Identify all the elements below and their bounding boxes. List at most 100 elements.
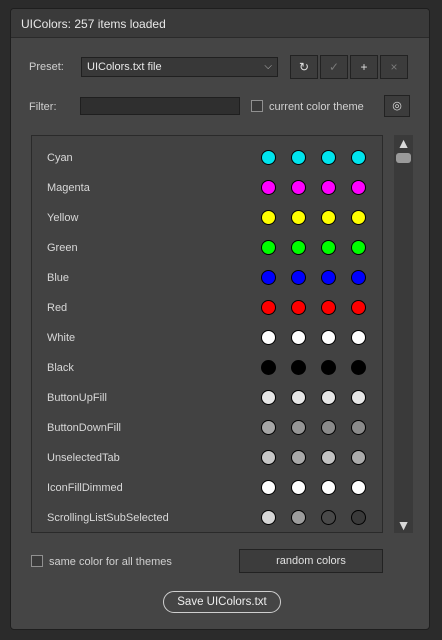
color-swatch[interactable] [321,270,336,285]
color-swatch[interactable] [351,390,366,405]
color-swatch[interactable] [261,240,276,255]
list-item-name: Red [47,302,68,314]
color-swatch[interactable] [261,480,276,495]
color-swatch[interactable] [351,510,366,525]
preset-label: Preset: [29,61,64,73]
color-swatch[interactable] [291,480,306,495]
color-swatch[interactable] [321,240,336,255]
color-swatch[interactable] [321,360,336,375]
list-item-name: IconFillDimmed [47,482,123,494]
color-swatch[interactable] [351,420,366,435]
color-swatch[interactable] [291,180,306,195]
color-swatch[interactable] [351,480,366,495]
color-swatch[interactable] [291,330,306,345]
list-item[interactable]: Red [32,293,382,323]
color-swatch[interactable] [261,510,276,525]
preset-dropdown[interactable]: UIColors.txt file ⌵ [81,57,278,77]
list-item[interactable]: ScrollingListSubSelected [32,503,382,532]
color-swatch[interactable] [291,420,306,435]
save-button[interactable]: Save UIColors.txt [163,591,281,613]
color-swatch[interactable] [351,180,366,195]
delete-preset-button[interactable]: × [380,55,408,79]
current-theme-label: current color theme [269,101,364,113]
color-swatch[interactable] [351,330,366,345]
color-list[interactable]: Cyan Magenta Yellow Green Blue Red White Black B… [31,135,383,533]
color-swatch[interactable] [351,450,366,465]
refresh-button[interactable]: ↻ [290,55,318,79]
list-item[interactable]: Green [32,233,382,263]
filter-input[interactable] [80,97,240,115]
color-swatch[interactable] [351,360,366,375]
list-item[interactable]: ButtonUpFill [32,383,382,413]
color-swatch[interactable] [291,360,306,375]
color-swatch[interactable] [321,420,336,435]
color-swatch[interactable] [261,300,276,315]
color-swatch[interactable] [261,450,276,465]
list-item-name: Blue [47,272,70,284]
color-swatch[interactable] [351,300,366,315]
list-item-name: Magenta [47,182,90,194]
filter-label: Filter: [29,101,57,113]
color-swatch[interactable] [261,360,276,375]
chevron-down-icon: ⌵ [264,61,272,72]
list-item[interactable]: IconFillDimmed [32,473,382,503]
color-swatch[interactable] [351,210,366,225]
color-swatch[interactable] [321,180,336,195]
color-swatch[interactable] [321,450,336,465]
apply-button[interactable]: ✓ [320,55,348,79]
add-preset-button[interactable]: + [350,55,378,79]
list-item[interactable]: Blue [32,263,382,293]
preset-selected-value: UIColors.txt file [87,61,162,73]
color-swatch[interactable] [291,300,306,315]
color-swatch[interactable] [261,180,276,195]
close-icon: × [390,60,398,74]
color-swatch[interactable] [321,390,336,405]
color-swatch[interactable] [321,480,336,495]
color-swatch[interactable] [321,300,336,315]
color-swatch[interactable] [351,240,366,255]
random-colors-button[interactable]: random colors [239,549,383,573]
list-item[interactable]: Cyan [32,143,382,173]
color-swatch[interactable] [291,390,306,405]
list-item-name: UnselectedTab [47,452,120,464]
color-swatch[interactable] [321,330,336,345]
scrollbar-thumb[interactable] [396,153,411,163]
same-color-label: same color for all themes [49,556,172,568]
color-swatch[interactable] [321,510,336,525]
list-item-name: Black [47,362,74,374]
color-swatch[interactable] [291,210,306,225]
color-swatch[interactable] [291,270,306,285]
list-item[interactable]: ButtonDownFill [32,413,382,443]
scroll-down-arrow-icon[interactable]: ▼ [395,517,412,533]
color-swatch[interactable] [291,450,306,465]
color-swatch[interactable] [261,270,276,285]
list-item[interactable]: Magenta [32,173,382,203]
uicolors-window: UIColors: 257 items loaded Preset: UICol… [10,8,430,630]
color-swatch[interactable] [321,210,336,225]
color-swatch[interactable] [351,270,366,285]
color-swatch[interactable] [261,420,276,435]
color-swatch[interactable] [321,150,336,165]
list-item[interactable]: UnselectedTab [32,443,382,473]
scroll-up-arrow-icon[interactable]: ▲ [395,135,412,151]
color-swatch[interactable] [261,150,276,165]
window-title: UIColors: 257 items loaded [21,17,166,31]
color-swatch[interactable] [291,510,306,525]
list-item-name: ButtonDownFill [47,422,121,434]
color-swatch[interactable] [261,390,276,405]
list-item-name: White [47,332,76,344]
title-bar: UIColors: 257 items loaded [11,9,429,38]
list-item[interactable]: White [32,323,382,353]
list-item[interactable]: Black [32,353,382,383]
color-swatch[interactable] [291,240,306,255]
color-swatch[interactable] [261,210,276,225]
list-item[interactable]: Yellow [32,203,382,233]
filter-settings-button[interactable]: ◎ [384,95,410,117]
color-swatch[interactable] [291,150,306,165]
same-color-checkbox[interactable] [31,555,43,567]
list-scrollbar[interactable]: ▲ ▼ [394,135,413,533]
color-swatch[interactable] [261,330,276,345]
plus-icon: + [360,60,368,74]
current-theme-checkbox[interactable] [251,100,263,112]
color-swatch[interactable] [351,150,366,165]
